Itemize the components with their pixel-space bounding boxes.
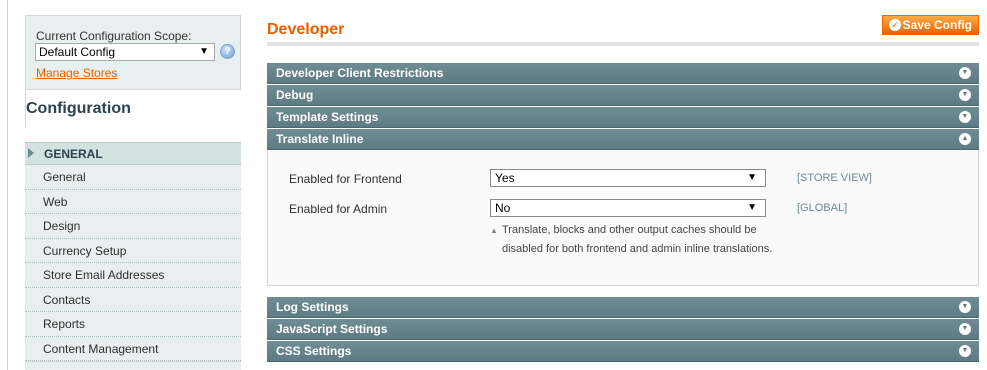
section-javascript-settings[interactable]: JavaScript Settings ▼	[267, 319, 979, 340]
section-title: CSS Settings	[276, 344, 352, 358]
admin-scope: [GLOBAL]	[797, 202, 848, 214]
checkmark-icon: ✓	[889, 19, 901, 31]
manage-stores-link[interactable]: Manage Stores	[36, 66, 117, 80]
section-title: JavaScript Settings	[276, 322, 388, 336]
page-left-border	[7, 0, 8, 370]
dropdown-arrow-icon: ▼	[747, 172, 757, 183]
frontend-select-value: Yes	[495, 171, 515, 185]
configuration-heading-box: Configuration	[25, 90, 241, 128]
sidebar-footer	[25, 361, 241, 370]
admin-select[interactable]: No ▼	[490, 199, 766, 217]
section-debug[interactable]: Debug ▼	[267, 85, 979, 106]
configuration-title: Configuration	[26, 100, 131, 117]
sidebar-item-design[interactable]: Design	[25, 214, 241, 239]
section-translate-inline[interactable]: Translate Inline ▲	[267, 129, 979, 150]
help-icon[interactable]: ?	[220, 44, 235, 59]
sidebar-item-content-management[interactable]: Content Management	[25, 336, 241, 361]
title-divider	[267, 42, 979, 46]
sidebar-item-reports[interactable]: Reports	[25, 312, 241, 337]
dropdown-arrow-icon: ▼	[747, 202, 757, 213]
chevron-down-icon: ▼	[959, 67, 971, 79]
frontend-select[interactable]: Yes ▼	[490, 169, 766, 187]
triangle-right-icon	[28, 148, 34, 158]
nav-group-general[interactable]: GENERAL	[25, 142, 241, 165]
sidebar-item-general[interactable]: General	[25, 165, 241, 190]
chevron-down-icon: ▼	[959, 89, 971, 101]
triangle-up-icon: ▲	[490, 226, 498, 235]
chevron-down-icon: ▼	[959, 323, 971, 335]
section-template-settings[interactable]: Template Settings ▼	[267, 107, 979, 128]
admin-note-text: Translate, blocks and other output cache…	[502, 224, 773, 255]
section-css-settings[interactable]: CSS Settings ▼	[267, 341, 979, 362]
sidebar-item-currency-setup[interactable]: Currency Setup	[25, 238, 241, 263]
sidebar: Current Configuration Scope: Default Con…	[25, 15, 241, 370]
frontend-label: Enabled for Frontend	[289, 172, 402, 186]
scope-select-value: Default Config	[39, 45, 116, 59]
chevron-up-icon: ▲	[959, 133, 971, 145]
admin-note: ▲ Translate, blocks and other output cac…	[490, 221, 780, 259]
section-log-settings[interactable]: Log Settings ▼	[267, 297, 979, 318]
sidebar-item-store-email-addresses[interactable]: Store Email Addresses	[25, 263, 241, 288]
section-title: Log Settings	[276, 300, 349, 314]
dropdown-arrow-icon: ▼	[199, 46, 209, 57]
page-title: Developer	[267, 21, 345, 38]
scope-label: Current Configuration Scope:	[36, 29, 192, 43]
admin-select-value: No	[495, 201, 511, 215]
section-title: Debug	[276, 88, 314, 102]
section-developer-client-restrictions[interactable]: Developer Client Restrictions ▼	[267, 63, 979, 84]
admin-label: Enabled for Admin	[289, 202, 388, 216]
chevron-down-icon: ▼	[959, 301, 971, 313]
sidebar-item-contacts[interactable]: Contacts	[25, 287, 241, 312]
section-title: Translate Inline	[276, 132, 364, 146]
nav-list: General Web Design Currency Setup Store …	[25, 165, 241, 361]
chevron-down-icon: ▼	[959, 345, 971, 357]
scope-select[interactable]: Default Config ▼	[35, 43, 215, 61]
sidebar-item-web[interactable]: Web	[25, 189, 241, 214]
translate-inline-fieldset: Enabled for Frontend Yes ▼ [STORE VIEW] …	[267, 151, 979, 286]
scope-switcher: Current Configuration Scope: Default Con…	[25, 15, 241, 90]
frontend-scope: [STORE VIEW]	[797, 172, 872, 184]
nav-group-label: GENERAL	[44, 147, 103, 161]
section-title: Template Settings	[276, 110, 379, 124]
chevron-down-icon: ▼	[959, 111, 971, 123]
save-config-button[interactable]: ✓ Save Config	[882, 15, 979, 35]
section-title: Developer Client Restrictions	[276, 66, 444, 80]
save-config-label: Save Config	[902, 18, 972, 32]
